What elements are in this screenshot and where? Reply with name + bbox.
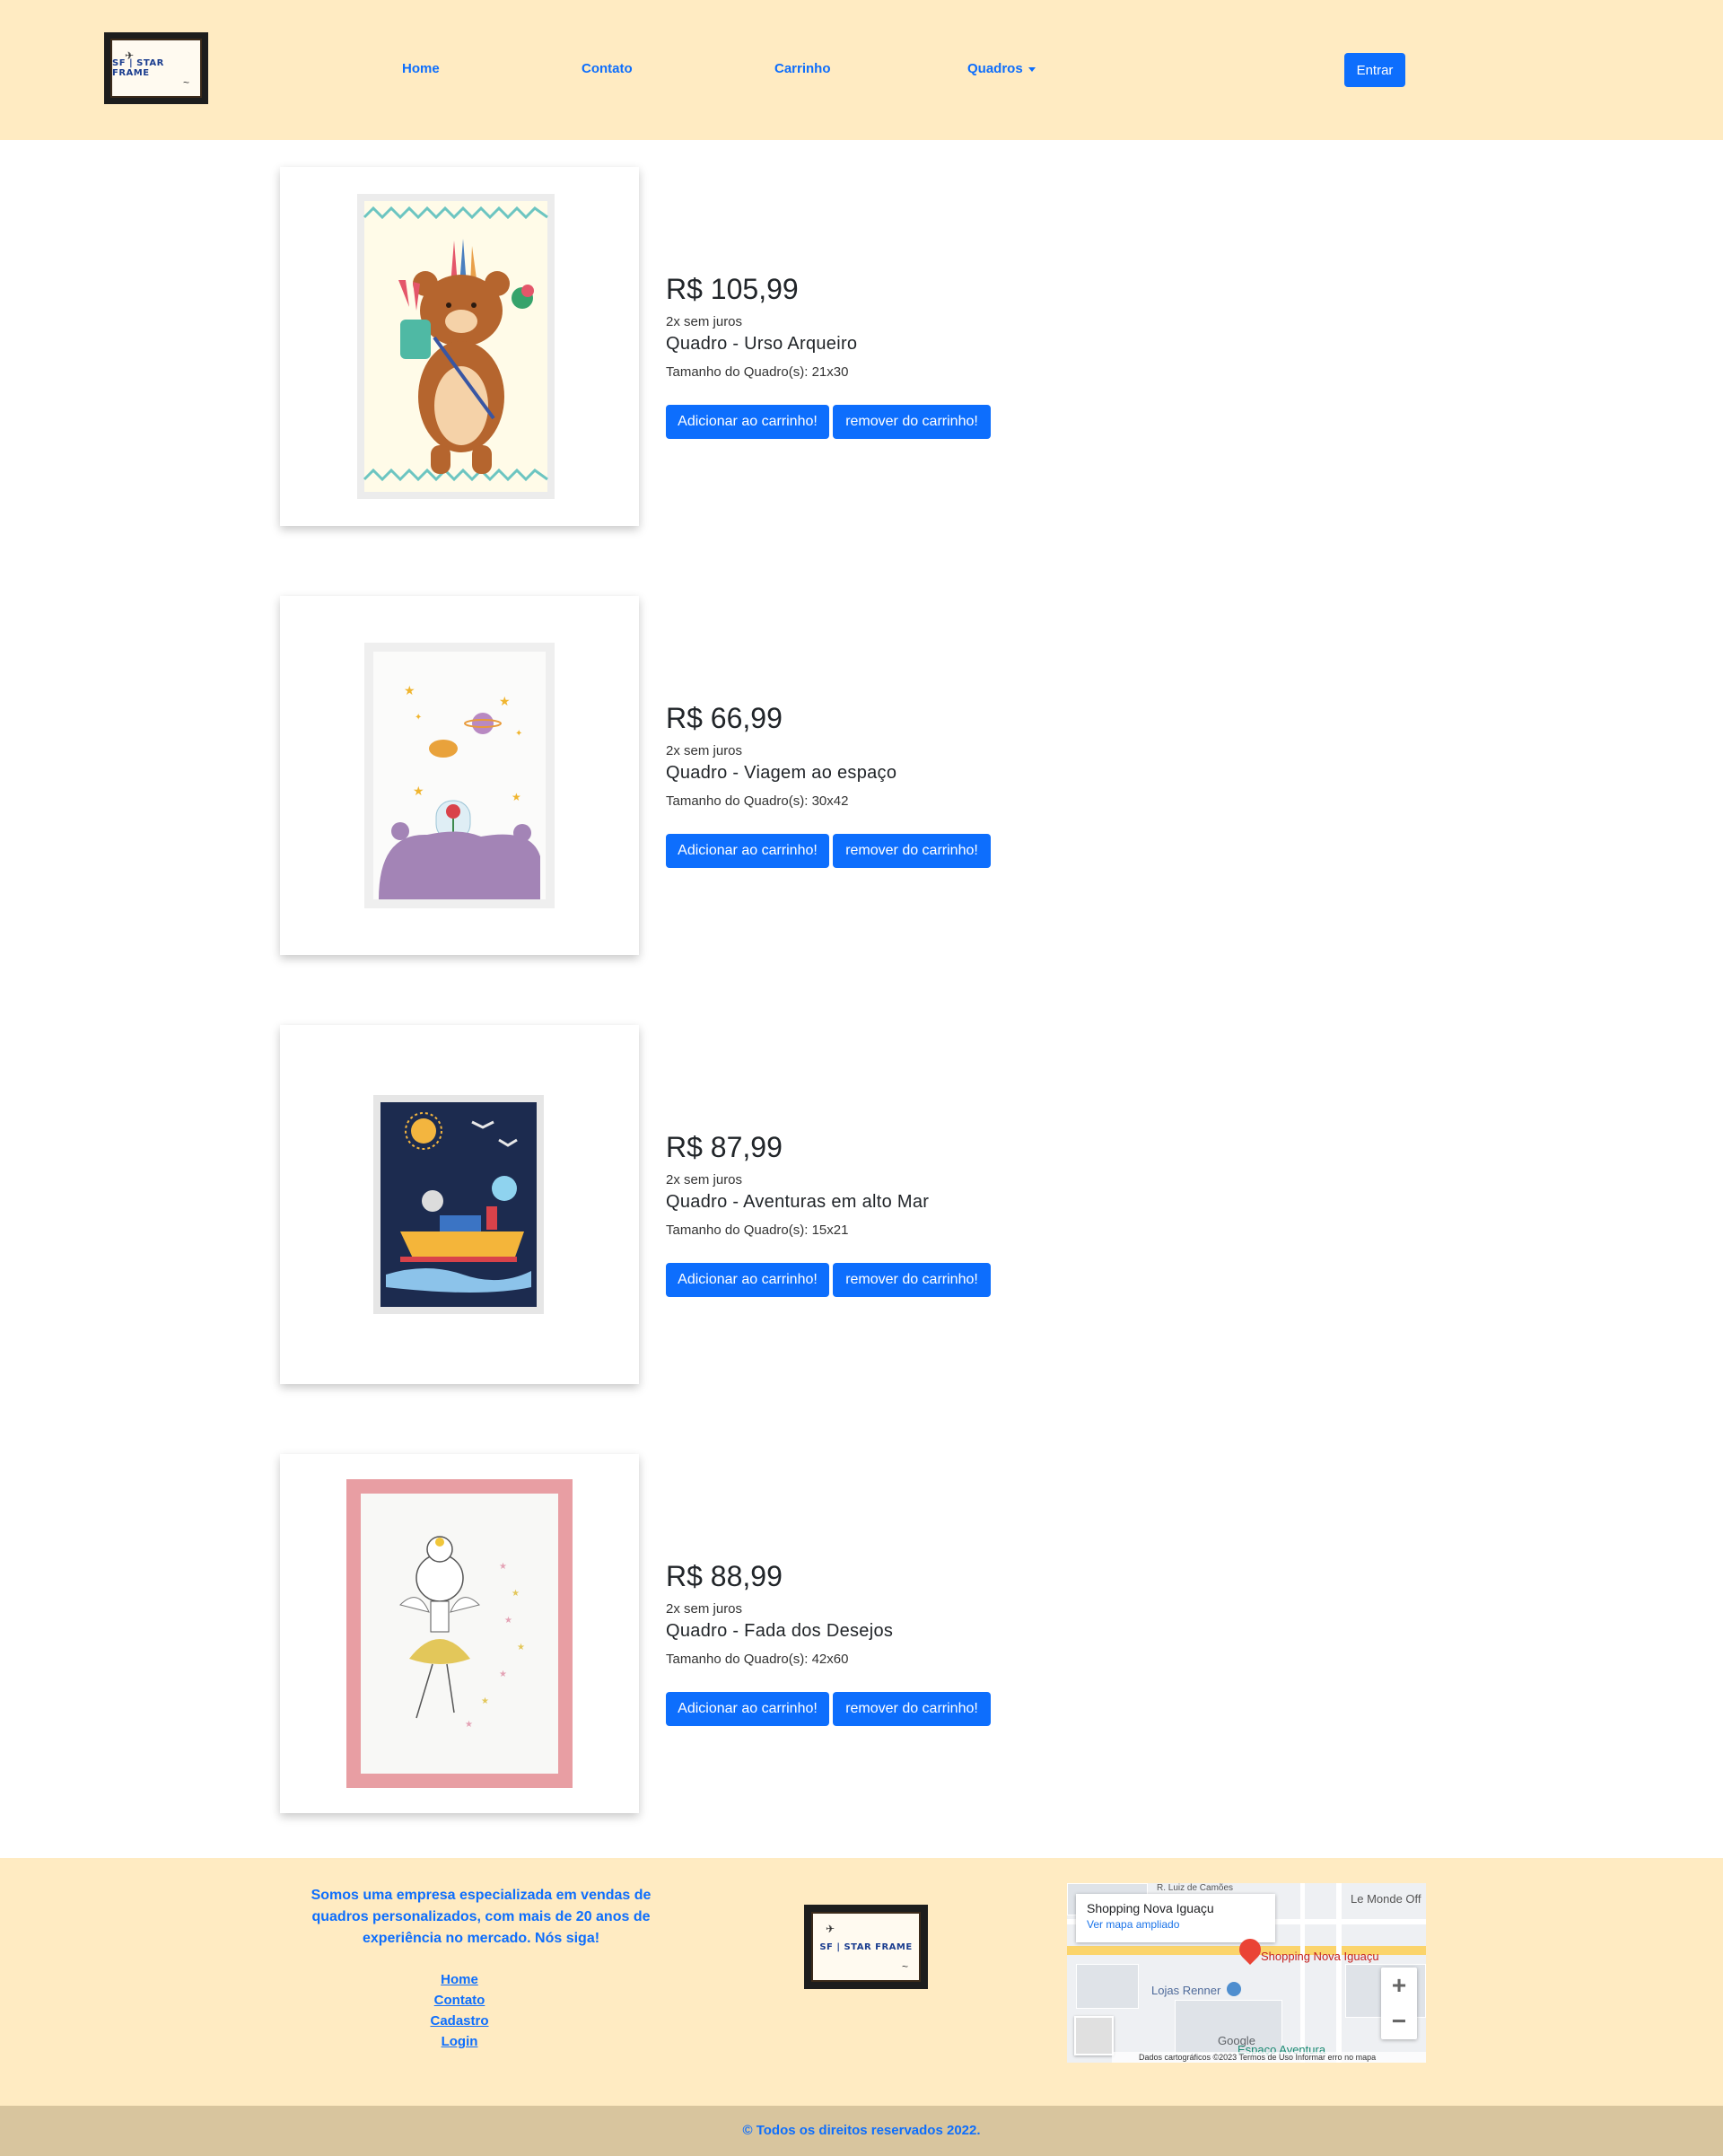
product-item: ★ ★ ✦ ✦ ★ ★ R$ 66,99 2x sem juros Quadro…: [280, 596, 1177, 955]
add-to-cart-button[interactable]: Adicionar ao carrinho!: [666, 834, 829, 868]
add-to-cart-button[interactable]: Adicionar ao carrinho!: [666, 1263, 829, 1297]
product-item: R$ 105,99 2x sem juros Quadro - Urso Arq…: [280, 167, 1177, 526]
svg-text:★: ★: [499, 694, 511, 708]
logo-text: SF | STAR FRAME: [819, 1941, 913, 1952]
footer-links: Home Contato Cadastro Login: [305, 1969, 614, 2052]
map-poi-label: Le Monde Off: [1351, 1892, 1421, 1906]
nav-quadros-dropdown[interactable]: Quadros: [967, 61, 1036, 76]
chevron-down-icon: [1028, 66, 1036, 72]
footer-about-text: Somos uma empresa especializada em venda…: [310, 1888, 652, 1946]
product-item: ★ ★ ★ ★ ★ ★ ★ R$ 88,99 2x sem juros Quad…: [280, 1454, 1177, 1813]
product-image-fada-desejos: ★ ★ ★ ★ ★ ★ ★: [346, 1479, 573, 1788]
logo-frame: ✈ SF | STAR FRAME ~: [811, 1912, 921, 1982]
map-place-card: Shopping Nova Iguaçu Ver mapa ampliado: [1076, 1894, 1275, 1942]
map-zoom-controls: + −: [1381, 1968, 1417, 2039]
product-image-card[interactable]: [280, 167, 639, 526]
product-size: Tamanho do Quadro(s): 21x30: [666, 364, 849, 380]
map-road: [1336, 1883, 1342, 2063]
product-image-card[interactable]: ★ ★ ✦ ✦ ★ ★: [280, 596, 639, 955]
product-image-viagem-espaco: ★ ★ ✦ ✦ ★ ★: [364, 643, 555, 908]
map-pin-label: Shopping Nova Iguaçu: [1261, 1950, 1379, 1963]
zoom-out-icon[interactable]: −: [1381, 2003, 1417, 2039]
zoom-in-icon[interactable]: +: [1381, 1968, 1417, 2003]
product-installments: 2x sem juros: [666, 314, 743, 329]
footer-link-contato[interactable]: Contato: [305, 1990, 614, 2011]
map-attribution: Dados cartográficos ©2023 Termos de Uso …: [1112, 2052, 1426, 2063]
svg-text:★: ★: [512, 1589, 520, 1599]
product-size: Tamanho do Quadro(s): 15x21: [666, 1223, 849, 1238]
map-place-title: Shopping Nova Iguaçu: [1087, 1901, 1214, 1915]
svg-text:★: ★: [499, 1670, 507, 1679]
map-block: [1076, 1964, 1139, 2009]
login-button[interactable]: Entrar: [1344, 53, 1405, 87]
product-image-aventuras-alto-mar: [373, 1095, 544, 1314]
svg-text:★: ★: [413, 784, 424, 798]
footer-link-login[interactable]: Login: [305, 2031, 614, 2052]
location-map[interactable]: R. Luiz de Camões Le Monde Off Shopping …: [1067, 1883, 1426, 2063]
map-street-label: R. Luiz de Camões: [1157, 1883, 1234, 1893]
remove-from-cart-button[interactable]: remover do carrinho!: [833, 834, 991, 868]
svg-text:✦: ✦: [415, 713, 422, 723]
product-installments: 2x sem juros: [666, 1172, 743, 1188]
map-satellite-toggle[interactable]: [1074, 2016, 1114, 2055]
footer-link-cadastro[interactable]: Cadastro: [305, 2011, 614, 2031]
site-footer: Somos uma empresa especializada em venda…: [0, 1858, 1723, 2106]
remove-from-cart-button[interactable]: remover do carrinho!: [833, 405, 991, 439]
product-price: R$ 105,99: [666, 273, 799, 305]
product-price: R$ 87,99: [666, 1131, 783, 1163]
bird-icon: ~: [182, 76, 189, 89]
bird-icon: ✈: [125, 49, 135, 62]
product-name: Quadro - Fada dos Desejos: [666, 1621, 894, 1641]
bird-icon: ✈: [826, 1923, 835, 1935]
svg-text:★: ★: [517, 1643, 525, 1652]
svg-text:★: ★: [481, 1696, 489, 1706]
product-price: R$ 88,99: [666, 1560, 783, 1592]
copyright-bar: © Todos os direitos reservados 2022.: [0, 2106, 1723, 2156]
product-image-card[interactable]: [280, 1025, 639, 1384]
site-logo[interactable]: ✈ SF | STAR FRAME ~: [104, 32, 208, 104]
nav-home[interactable]: Home: [402, 61, 440, 76]
svg-text:★: ★: [465, 1720, 473, 1730]
svg-text:★: ★: [504, 1616, 512, 1626]
product-name: Quadro - Viagem ao espaço: [666, 763, 897, 783]
product-price: R$ 66,99: [666, 702, 783, 734]
nav-quadros-label: Quadros: [967, 61, 1023, 76]
map-road: [1300, 1883, 1305, 2063]
product-installments: 2x sem juros: [666, 1601, 743, 1617]
add-to-cart-button[interactable]: Adicionar ao carrinho!: [666, 1692, 829, 1726]
footer-logo: ✈ SF | STAR FRAME ~: [804, 1905, 928, 1989]
map-poi-label: Lojas Renner: [1151, 1984, 1221, 1997]
svg-text:★: ★: [499, 1562, 507, 1572]
svg-text:★: ★: [404, 683, 415, 697]
nav-carrinho[interactable]: Carrinho: [774, 61, 831, 76]
bird-icon: ~: [901, 1960, 908, 1973]
product-size: Tamanho do Quadro(s): 30x42: [666, 793, 849, 809]
product-name: Quadro - Aventuras em alto Mar: [666, 1192, 930, 1212]
product-item: R$ 87,99 2x sem juros Quadro - Aventuras…: [280, 1025, 1177, 1384]
map-view-larger-link[interactable]: Ver mapa ampliado: [1087, 1918, 1264, 1931]
product-image-card[interactable]: ★ ★ ★ ★ ★ ★ ★: [280, 1454, 639, 1813]
nav-contato[interactable]: Contato: [582, 61, 633, 76]
product-installments: 2x sem juros: [666, 743, 743, 758]
remove-from-cart-button[interactable]: remover do carrinho!: [833, 1692, 991, 1726]
product-name: Quadro - Urso Arqueiro: [666, 334, 858, 354]
remove-from-cart-button[interactable]: remover do carrinho!: [833, 1263, 991, 1297]
product-image-urso-arqueiro: [357, 194, 555, 499]
shopping-bag-icon: [1227, 1982, 1241, 1996]
svg-text:★: ★: [512, 791, 521, 803]
product-size: Tamanho do Quadro(s): 42x60: [666, 1652, 849, 1667]
svg-text:✦: ✦: [515, 729, 522, 739]
footer-link-home[interactable]: Home: [305, 1969, 614, 1990]
add-to-cart-button[interactable]: Adicionar ao carrinho!: [666, 405, 829, 439]
logo-frame: ✈ SF | STAR FRAME ~: [110, 39, 202, 98]
site-header: ✈ SF | STAR FRAME ~ Home Contato Carrinh…: [0, 0, 1723, 140]
